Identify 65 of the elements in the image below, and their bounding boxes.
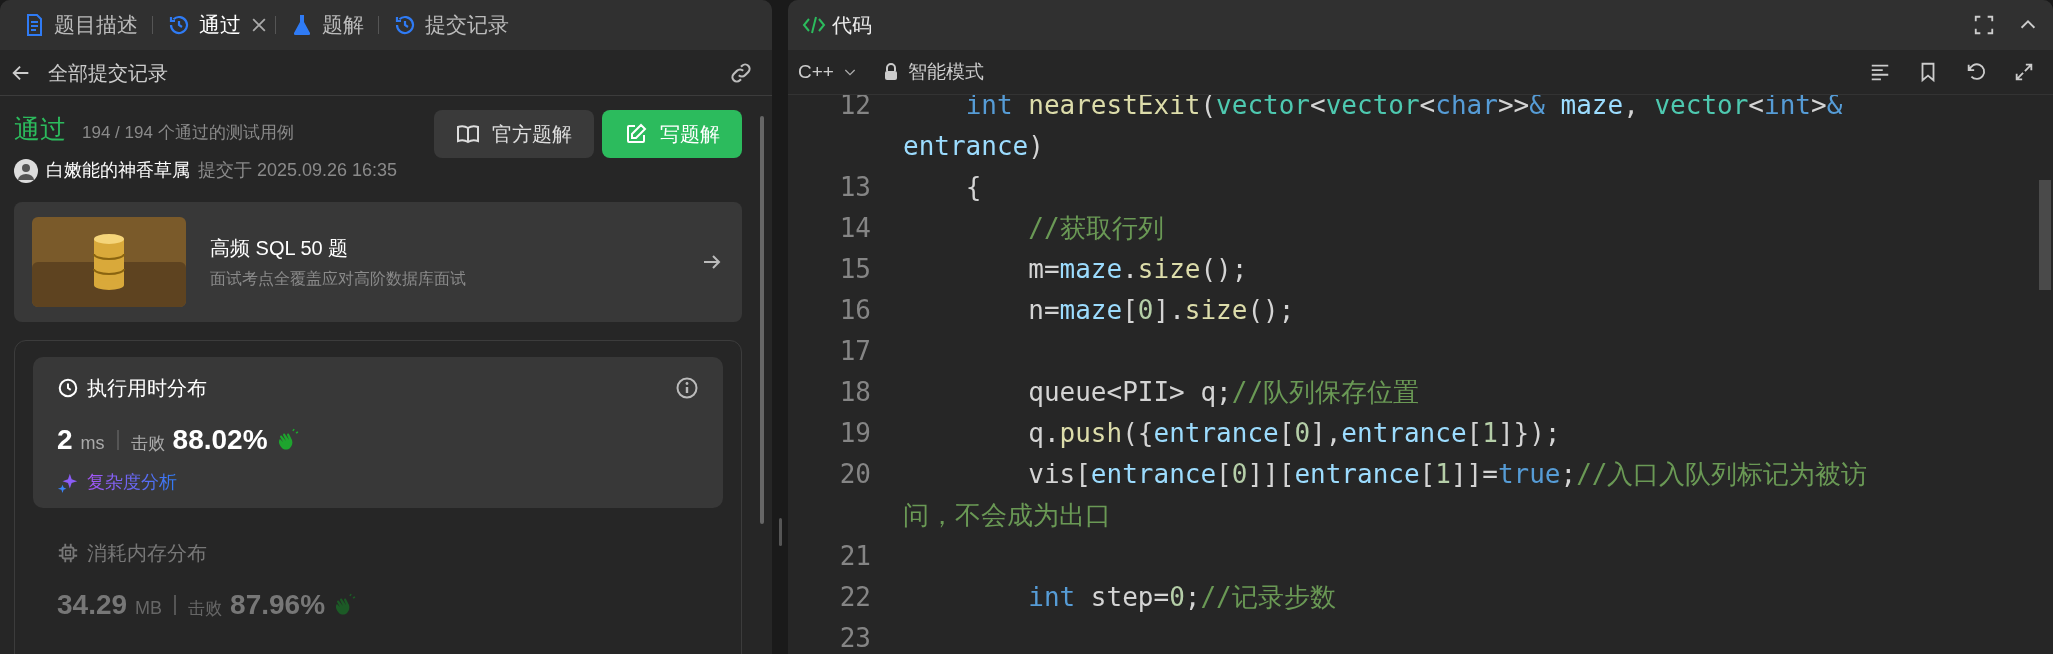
info-icon[interactable] <box>675 376 699 400</box>
resize-handle[interactable] <box>778 518 782 546</box>
code-icon <box>802 15 826 35</box>
metric-value: 2 <box>57 423 73 457</box>
author-name[interactable]: 白嫩能的神香草属 <box>46 157 190 184</box>
code-line: int nearestExit(vector<vector<char>>& maze, vector<int>& entrance) <box>903 95 1844 163</box>
chip-icon <box>57 542 79 564</box>
lock-icon <box>883 63 898 81</box>
beat-label: 击败 <box>130 433 165 455</box>
code-line: { <box>964 171 983 204</box>
metric-title: 消耗内存分布 <box>87 541 207 566</box>
expand-icon[interactable] <box>2013 61 2035 83</box>
tab[interactable]: 题解 <box>282 9 372 41</box>
scrollbar[interactable] <box>2039 180 2051 290</box>
book-icon <box>456 122 480 146</box>
promo-card[interactable]: 高频 SQL 50 题 面试考点全覆盖应对高阶数据库面试 <box>14 202 742 322</box>
clock-icon <box>57 377 79 399</box>
tab[interactable]: 通过 <box>159 9 249 41</box>
tab[interactable]: 题目描述 <box>14 9 146 41</box>
mode-label[interactable]: 智能模式 <box>907 57 984 87</box>
line-number: 18 <box>838 376 872 409</box>
line-number: 12 <box>838 95 872 122</box>
metric-title: 执行用时分布 <box>87 376 207 401</box>
line-number: 13 <box>838 171 872 204</box>
scrollbar[interactable] <box>760 116 764 524</box>
metric-unit: MB <box>135 597 163 620</box>
line-number: 21 <box>838 540 872 573</box>
clap-icon <box>333 593 358 617</box>
line-number: 15 <box>838 253 872 286</box>
metric-card[interactable]: 执行用时分布 2 ms 击败 88.02% 复杂度分析 <box>33 357 723 508</box>
history-icon <box>167 13 191 37</box>
panel-title: 代码 <box>832 13 872 38</box>
code-line: vis[entrance[0]][entrance[1]]=true;//入口入队列标记为被访问，不会成为出口 <box>903 458 1869 532</box>
test-cases-text: 194 / 194 个通过的测试用例 <box>82 122 294 144</box>
metric-unit: ms <box>80 432 105 455</box>
code-line: //获取行列 <box>1027 212 1165 245</box>
language-dropdown[interactable]: C++ <box>798 57 858 87</box>
status-label: 通过 <box>14 113 66 146</box>
beat-label: 击败 <box>188 598 223 620</box>
code-line: m=maze.size(); <box>1027 253 1249 286</box>
edit-icon <box>624 122 648 146</box>
line-number: 23 <box>838 622 872 654</box>
tab[interactable]: 提交记录 <box>385 9 517 41</box>
fullscreen-icon[interactable] <box>1973 14 1995 36</box>
code-line: queue<PII> q;//队列保存位置 <box>1027 376 1421 409</box>
promo-subtitle: 面试考点全覆盖应对高阶数据库面试 <box>210 269 466 289</box>
history-icon <box>393 13 417 37</box>
avatar[interactable] <box>14 158 38 183</box>
metric-value: 34.29 <box>57 588 128 622</box>
line-number: 16 <box>838 294 872 327</box>
submit-time: 提交于 2025.09.26 16:35 <box>198 159 398 182</box>
line-number: 17 <box>838 335 872 368</box>
line-number: 14 <box>838 212 872 245</box>
line-number: 20 <box>838 458 872 491</box>
code-line: q.push({entrance[0],entrance[1]}); <box>1027 417 1562 450</box>
beat-percent: 88.02% <box>172 423 268 457</box>
beat-percent: 87.96% <box>230 588 326 622</box>
page-title: 全部提交记录 <box>48 60 168 86</box>
solution-button[interactable]: 官方题解 <box>434 110 594 158</box>
code-line: int step=0;//记录步数 <box>1027 581 1337 614</box>
undo-icon[interactable] <box>1965 61 1987 83</box>
code-line: n=maze[0].size(); <box>1027 294 1296 327</box>
line-number: 19 <box>838 417 872 450</box>
line-number: 22 <box>838 581 872 614</box>
promo-title: 高频 SQL 50 题 <box>210 236 350 261</box>
